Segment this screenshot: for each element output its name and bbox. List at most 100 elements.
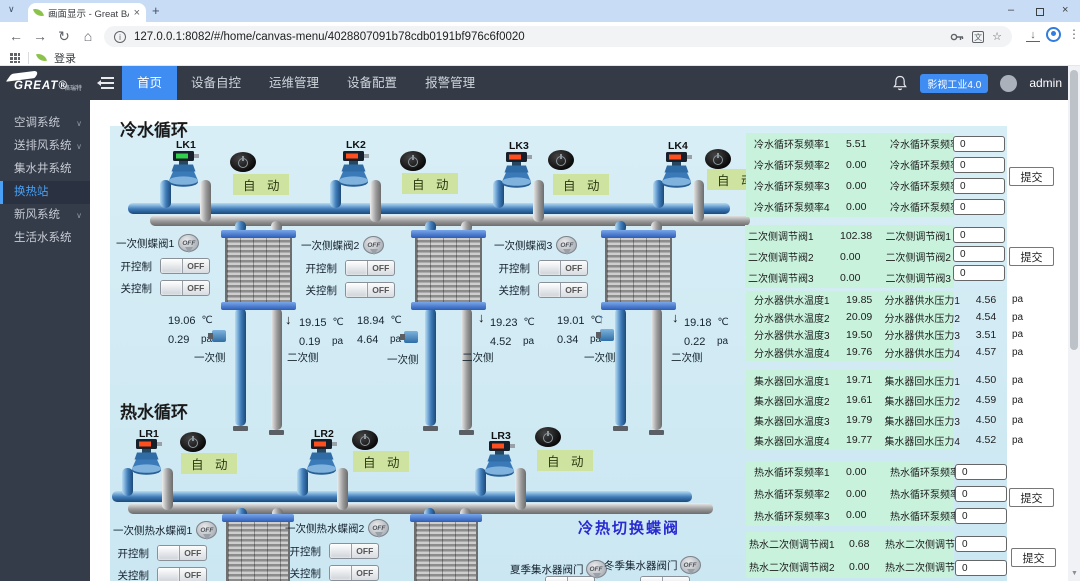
valve-status-pin[interactable]: OFF [196, 521, 217, 539]
bookmark-star-icon[interactable]: ☆ [992, 30, 1002, 43]
open-control-toggle[interactable]: OFF [157, 545, 207, 561]
sidebar-item-heat-exchange-station[interactable]: 换热站 [0, 181, 90, 204]
setpoint-input[interactable] [955, 464, 1007, 480]
browser-menu-icon[interactable]: ⋮ [1068, 27, 1080, 41]
close-control-toggle[interactable]: OFF [345, 282, 395, 298]
pump-power-button[interactable] [705, 149, 731, 169]
pump-lk4[interactable] [660, 151, 694, 195]
back-icon[interactable]: ← [4, 28, 28, 44]
secondary-side-pipe [651, 308, 662, 430]
pump-lr2[interactable] [305, 438, 339, 482]
bookmark-item[interactable]: 登录 [54, 50, 76, 66]
window-close-button[interactable]: × [1062, 4, 1068, 16]
notification-bell-icon[interactable] [892, 75, 908, 92]
new-tab-button[interactable]: + [152, 3, 160, 18]
forward-icon[interactable]: → [28, 28, 52, 44]
setpoint-input[interactable] [953, 136, 1005, 152]
valve-label: 一次侧蝶阀3 [494, 238, 552, 253]
winter-valve-toggle[interactable]: OFF [640, 576, 690, 581]
user-avatar[interactable] [1000, 75, 1017, 92]
site-info-icon[interactable]: i [114, 31, 126, 43]
nav-device-autocontrol[interactable]: 设备自控 [177, 66, 255, 100]
setpoint-input[interactable] [955, 560, 1007, 576]
browser-tab[interactable]: 画面显示 - Great BAOS × [28, 3, 146, 22]
nav-device-config[interactable]: 设备配置 [333, 66, 411, 100]
tab-close-icon[interactable]: × [134, 7, 140, 19]
nav-alarm-management[interactable]: 报警管理 [411, 66, 489, 100]
setpoint-input[interactable] [953, 157, 1005, 173]
heat-exchanger-3 [605, 230, 672, 310]
pump-lk2[interactable] [337, 150, 371, 194]
browser-profile-avatar[interactable] [1046, 27, 1061, 42]
scrollbar-down-arrow[interactable]: ▼ [1071, 570, 1078, 577]
nav-home[interactable]: 首页 [122, 66, 177, 100]
nav-ops-management[interactable]: 运维管理 [255, 66, 333, 100]
table-row: 分水器供水温度319.50分水器供水压力33.51pa [746, 326, 1018, 344]
apps-grid-icon[interactable] [10, 53, 20, 63]
pump-lk3[interactable] [500, 151, 534, 195]
valve-status-pin[interactable]: OFF [680, 556, 701, 574]
industry-badge[interactable]: 影视工业4.0 [920, 74, 988, 93]
setpoint-input[interactable] [953, 227, 1005, 243]
cold-supply-pipe [128, 203, 730, 214]
pump-power-button[interactable] [548, 150, 574, 170]
setpoint-input[interactable] [955, 508, 1007, 524]
sidebar-item-domestic-water-system[interactable]: 生活水系统 [0, 227, 90, 250]
pump-lr3[interactable] [483, 440, 517, 484]
reload-icon[interactable]: ↻ [52, 28, 76, 45]
close-control-toggle[interactable]: OFF [329, 565, 379, 581]
setpoint-input[interactable] [953, 199, 1005, 215]
close-control-toggle[interactable]: OFF [160, 280, 210, 296]
sidebar-item-exhaust-system[interactable]: 送排风系统∨ [0, 135, 90, 158]
pump-power-button[interactable] [352, 430, 378, 450]
user-name[interactable]: admin [1029, 76, 1062, 90]
scrollbar-thumb[interactable] [1070, 70, 1078, 350]
password-key-icon[interactable] [950, 32, 964, 42]
window-maximize-button[interactable] [1036, 8, 1044, 16]
tab-search-icon[interactable]: ∨ [8, 4, 15, 15]
address-bar[interactable]: i 127.0.0.1:8082/#/home/canvas-menu/4028… [104, 26, 1012, 47]
submit-button[interactable]: 提交 [1009, 488, 1054, 507]
pump-lk1[interactable] [167, 150, 201, 194]
valve-status-pin[interactable]: OFF [363, 236, 384, 254]
open-control-label: 开控制 [494, 261, 530, 276]
submit-button[interactable]: 提交 [1011, 548, 1056, 567]
pump-lr1[interactable] [130, 438, 164, 482]
url-text[interactable]: 127.0.0.1:8082/#/home/canvas-menu/402880… [134, 31, 942, 43]
sidebar-item-ac-system[interactable]: 空调系统∨ [0, 112, 90, 135]
setpoint-input[interactable] [955, 536, 1007, 552]
setpoint-input[interactable] [953, 265, 1005, 281]
open-control-toggle[interactable]: OFF [345, 260, 395, 276]
valve-status-pin[interactable]: OFF [178, 234, 199, 252]
sidebar-item-sump-system[interactable]: 集水井系统 [0, 158, 90, 181]
submit-button[interactable]: 提交 [1009, 247, 1054, 266]
close-control-label: 关控制 [285, 566, 321, 581]
home-icon[interactable]: ⌂ [76, 28, 100, 44]
pump-power-button[interactable] [230, 152, 256, 172]
setpoint-input[interactable] [953, 178, 1005, 194]
pump-power-button[interactable] [535, 427, 561, 447]
sidebar-item-fresh-air-system[interactable]: 新风系统∨ [0, 204, 90, 227]
setpoint-input[interactable] [955, 486, 1007, 502]
setpoint-input[interactable] [953, 246, 1005, 262]
pipe-riser [693, 180, 704, 222]
side-label: 二次侧 [671, 350, 703, 365]
close-control-label: 关控制 [113, 568, 149, 581]
valve-status-pin[interactable]: OFF [556, 236, 577, 254]
close-control-toggle[interactable]: OFF [157, 567, 207, 581]
window-minimize-button[interactable]: – [1008, 4, 1014, 16]
submit-button[interactable]: 提交 [1009, 167, 1054, 186]
download-icon[interactable]: ↓ [1026, 29, 1040, 42]
sidebar-collapse-icon[interactable] [94, 76, 114, 90]
close-control-toggle[interactable]: OFF [538, 282, 588, 298]
pump-power-button[interactable] [180, 432, 206, 452]
valve-status-pin[interactable]: OFF [368, 519, 389, 537]
open-control-toggle[interactable]: OFF [329, 543, 379, 559]
valve-label: 一次侧蝶阀2 [301, 238, 359, 253]
summer-valve-toggle[interactable]: OFF [545, 576, 595, 581]
pump-power-button[interactable] [400, 151, 426, 171]
open-control-toggle[interactable]: OFF [160, 258, 210, 274]
open-control-toggle[interactable]: OFF [538, 260, 588, 276]
divider [28, 52, 29, 64]
translate-icon[interactable]: 文 [972, 31, 984, 43]
